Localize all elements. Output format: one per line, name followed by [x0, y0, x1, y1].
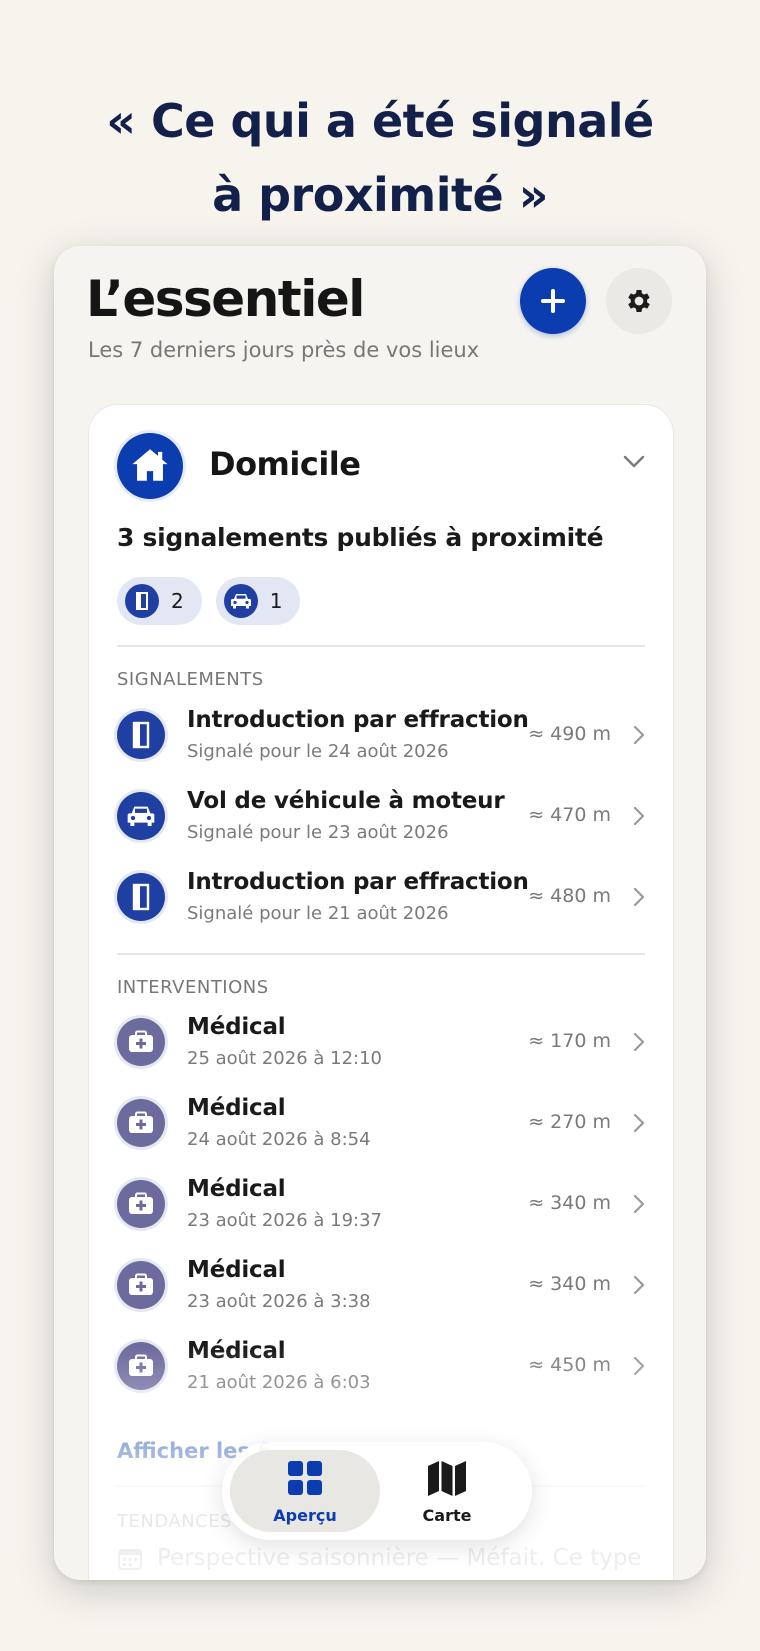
headline-line-2: à proximité » [212, 168, 548, 222]
item-distance: ≈ 450 m [528, 1354, 611, 1376]
place-card: Domicile 3 signalements publiés à proxim… [88, 404, 674, 1580]
chevron-right-icon [633, 1275, 645, 1295]
item-distance: ≈ 480 m [528, 885, 611, 907]
item-date: 25 août 2026 à 12:10 [187, 1048, 383, 1069]
item-date: 23 août 2026 à 19:37 [187, 1210, 383, 1231]
item-date: 21 août 2026 à 6:03 [187, 1372, 371, 1393]
item-date: 24 août 2026 à 8:54 [187, 1129, 371, 1150]
chevron-right-icon [633, 1113, 645, 1133]
trend-item[interactable]: Perspective saisonnière — Méfait. Ce typ… [117, 1545, 642, 1571]
item-distance: ≈ 270 m [528, 1111, 611, 1133]
trend-text: Perspective saisonnière — Méfait. Ce typ… [157, 1545, 642, 1571]
section-label-signalements: SIGNALEMENTS [117, 669, 264, 690]
item-distance: ≈ 170 m [528, 1030, 611, 1052]
tab-label: Aperçu [273, 1506, 337, 1525]
list-item[interactable]: Médical 23 août 2026 à 19:37 ≈ 340 m [117, 1172, 645, 1248]
reports-summary: 3 signalements publiés à proximité [117, 523, 604, 552]
map-icon [428, 1461, 466, 1496]
item-date: 23 août 2026 à 3:38 [187, 1291, 371, 1312]
chevron-right-icon [633, 725, 645, 745]
door-icon [117, 711, 165, 759]
list-item[interactable]: Médical 25 août 2026 à 12:10 ≈ 170 m [117, 1010, 645, 1086]
door-icon [125, 584, 159, 618]
gear-icon [628, 290, 650, 312]
item-distance: ≈ 340 m [528, 1273, 611, 1295]
divider [117, 953, 645, 955]
item-date: Signalé pour le 21 août 2026 [187, 903, 449, 924]
medical-kit-icon [117, 1261, 165, 1309]
place-name: Domicile [209, 445, 361, 483]
page-subtitle: Les 7 derniers jours près de vos lieux [88, 338, 480, 362]
item-title: Médical [187, 1095, 286, 1121]
section-label-tendances: TENDANCES [117, 1511, 233, 1532]
headline-line-1: « Ce qui a été signalé [106, 94, 654, 148]
medical-kit-icon [117, 1180, 165, 1228]
item-date: Signalé pour le 23 août 2026 [187, 822, 449, 843]
tab-label: Carte [422, 1506, 472, 1525]
category-chips: 2 1 [117, 577, 301, 625]
chevron-right-icon [633, 1194, 645, 1214]
app-screen: L’essentiel Les 7 derniers jours près de… [54, 246, 706, 1580]
section-label-interventions: INTERVENTIONS [117, 977, 269, 998]
promo-headline: « Ce qui a été signalé à proximité » [0, 84, 760, 232]
list-item[interactable]: Médical 21 août 2026 à 6:03 ≈ 450 m [117, 1334, 645, 1410]
medical-kit-icon [117, 1342, 165, 1390]
chip-vehicle-theft[interactable]: 1 [215, 577, 301, 625]
chevron-down-icon[interactable] [623, 455, 645, 469]
item-title: Médical [187, 1257, 286, 1283]
item-distance: ≈ 490 m [528, 723, 611, 745]
settings-button[interactable] [606, 268, 672, 334]
calendar-icon [118, 1548, 142, 1570]
chip-count: 1 [269, 589, 283, 613]
item-title: Introduction par effraction [187, 707, 529, 733]
item-distance: ≈ 340 m [528, 1192, 611, 1214]
list-item[interactable]: Vol de véhicule à moteur Signalé pour le… [117, 784, 645, 860]
car-icon [117, 792, 165, 840]
medical-kit-icon [117, 1018, 165, 1066]
add-button[interactable] [520, 268, 586, 334]
plus-icon [541, 289, 565, 313]
place-avatar [117, 433, 183, 499]
house-icon [132, 449, 168, 481]
item-title: Médical [187, 1014, 286, 1040]
item-date: Signalé pour le 24 août 2026 [187, 741, 449, 762]
medical-kit-icon [117, 1099, 165, 1147]
chip-count: 2 [171, 589, 184, 613]
list-item[interactable]: Introduction par effraction Signalé pour… [117, 703, 645, 779]
divider [117, 645, 645, 647]
item-title: Introduction par effraction [187, 869, 529, 895]
list-item[interactable]: Introduction par effraction Signalé pour… [117, 865, 645, 941]
tab-carte[interactable]: Carte [372, 1452, 522, 1525]
chevron-right-icon [633, 806, 645, 826]
item-title: Médical [187, 1176, 286, 1202]
car-icon [223, 584, 258, 618]
chevron-right-icon [633, 1356, 645, 1376]
door-icon [117, 873, 165, 921]
item-title: Médical [187, 1338, 286, 1364]
list-item[interactable]: Médical 23 août 2026 à 3:38 ≈ 340 m [117, 1253, 645, 1329]
chip-burglary[interactable]: 2 [117, 577, 202, 625]
item-distance: ≈ 470 m [528, 804, 611, 826]
item-title: Vol de véhicule à moteur [187, 788, 505, 814]
list-item[interactable]: Médical 24 août 2026 à 8:54 ≈ 270 m [117, 1091, 645, 1167]
grid-icon [288, 1461, 322, 1495]
chevron-right-icon [633, 1032, 645, 1052]
tab-apercu[interactable]: Aperçu [230, 1452, 380, 1525]
tab-bar: Aperçu Carte [222, 1442, 532, 1540]
chevron-right-icon [633, 887, 645, 907]
page-title: L’essentiel [86, 270, 365, 328]
